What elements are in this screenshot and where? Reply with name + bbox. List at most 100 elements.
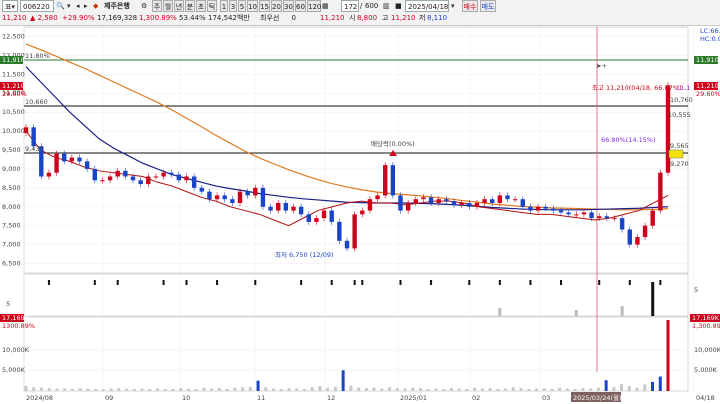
volume-bar xyxy=(225,388,229,391)
lock-icon[interactable]: ■ xyxy=(395,0,403,12)
candle-body xyxy=(405,202,411,211)
trade-amount: 174,542백만 xyxy=(208,14,250,22)
candle-body xyxy=(413,199,418,203)
candle-body xyxy=(199,187,204,192)
next-icon[interactable]: ▸ xyxy=(84,0,92,12)
volume-bar xyxy=(287,388,291,391)
volume-bar xyxy=(155,388,159,391)
candle-body xyxy=(467,202,472,207)
low-value: 8,110 xyxy=(427,14,448,22)
volume-bar xyxy=(39,387,43,391)
volume-bar xyxy=(140,388,144,391)
candle-body xyxy=(383,165,388,196)
market-select[interactable]: 표▾ xyxy=(2,0,18,12)
volume-bar xyxy=(496,388,500,391)
candle-body xyxy=(528,206,533,211)
volume-bar xyxy=(589,388,593,391)
candle-body xyxy=(276,202,281,211)
volume-bar xyxy=(70,388,74,391)
tab-period-month[interactable]: 월 xyxy=(163,0,173,12)
volume-bar xyxy=(310,387,314,391)
candle-body xyxy=(436,199,441,203)
y-tick-label-left: 11,500 xyxy=(2,70,25,78)
calendar-icon[interactable]: ▾ xyxy=(451,0,461,12)
candle-body xyxy=(337,221,342,241)
minute-120-button[interactable]: 120 xyxy=(307,0,321,12)
candle-body xyxy=(367,199,373,211)
minute-20-button[interactable]: 20 xyxy=(271,0,282,12)
date-input[interactable]: 2025/04/18 xyxy=(405,0,449,12)
grid-icon[interactable]: ▥ xyxy=(383,0,393,12)
x-tick-label: 10 xyxy=(182,394,190,402)
candle-body xyxy=(291,206,296,211)
signal-mark xyxy=(430,280,433,285)
minute-5-button[interactable]: 5 xyxy=(238,0,246,12)
signal-mark xyxy=(162,280,165,285)
volume-bar xyxy=(333,386,337,391)
legend-hc: HC:0.00 xyxy=(700,35,720,43)
line-label-11-80: 11.80% xyxy=(25,52,50,60)
tab-period-year[interactable]: 년 xyxy=(174,0,184,12)
minute-10-button[interactable]: 10 xyxy=(247,0,258,12)
favorite-icon[interactable]: ◆ xyxy=(93,0,103,12)
cursor-icon: ➤+ xyxy=(596,62,607,70)
minute-1-button[interactable]: 1 xyxy=(220,0,228,12)
history-icon[interactable]: ▾ xyxy=(67,0,75,12)
candle-body xyxy=(597,216,602,219)
signal-mark xyxy=(47,280,50,285)
search-icon[interactable]: 🔍 xyxy=(56,0,66,12)
view-count-input[interactable]: 172 xyxy=(341,0,359,12)
chart-settings-icon[interactable]: ▦ xyxy=(322,0,336,12)
volume-bar xyxy=(179,388,183,391)
pct-label: 66.80%(14.15%) xyxy=(601,136,656,144)
volume-bar xyxy=(511,387,515,391)
candle-body xyxy=(428,197,434,203)
tab-period-week[interactable]: 주 xyxy=(152,0,162,12)
candle-body xyxy=(146,176,151,185)
price-change-pct: +29.90% xyxy=(62,14,95,22)
candle-body xyxy=(191,176,197,188)
volume-bar xyxy=(78,388,82,391)
volume-bar xyxy=(163,389,167,391)
candle-body xyxy=(650,210,655,226)
y-tick-label-left: 7,500 xyxy=(2,222,21,230)
minute-15-button[interactable]: 15 xyxy=(259,0,270,12)
view-total: 600 xyxy=(365,2,379,10)
candle-body xyxy=(245,191,250,196)
x-tick-label: 02 xyxy=(472,394,480,402)
candle-body xyxy=(46,172,52,177)
right-vol-pct: 1,300.89% xyxy=(692,322,720,330)
sell-button[interactable]: 매도 xyxy=(480,0,496,12)
signal-mark xyxy=(529,280,532,285)
price-chart[interactable]: 11.80% 10,660 9,437 배당락(0.00%) 최저 6,750 … xyxy=(0,26,720,404)
turnover-value: 53.44% xyxy=(179,14,206,22)
minute-30-button[interactable]: 30 xyxy=(283,0,294,12)
candle-body xyxy=(520,199,525,207)
candle-body xyxy=(390,165,396,196)
ask-price: 11,210 xyxy=(320,14,345,22)
price-change: ▲ 2,580 xyxy=(30,14,58,22)
volume-bar xyxy=(488,388,492,391)
signal-mark xyxy=(216,280,219,285)
tab-period-tick[interactable]: 틱 xyxy=(207,0,217,12)
period-icon[interactable]: ⚙ xyxy=(141,0,151,12)
minute-3-button[interactable]: 3 xyxy=(229,0,237,12)
y-tick-label-left: 8,500 xyxy=(2,184,21,192)
buy-button[interactable]: 매수 xyxy=(462,0,478,12)
left-vol-pct: 1300.89% xyxy=(2,322,36,330)
minute-60-button[interactable]: 60 xyxy=(295,0,306,12)
candle-body xyxy=(176,174,182,181)
stock-code-input[interactable]: 006220 xyxy=(20,0,54,12)
candle-body xyxy=(306,214,311,222)
prev-icon[interactable]: ◂ xyxy=(76,0,84,12)
tab-period-second[interactable]: 초 xyxy=(196,0,206,12)
volume-bar xyxy=(202,387,206,391)
volume-bar xyxy=(426,388,430,391)
y-tick-label-left: 12,500 xyxy=(2,32,25,40)
candle-body xyxy=(574,214,579,216)
volume-bar xyxy=(233,387,237,391)
signal-mark xyxy=(498,280,501,285)
price-box-marker xyxy=(668,149,684,159)
tab-period-minute[interactable]: 분 xyxy=(185,0,195,12)
candle-body xyxy=(398,195,403,211)
